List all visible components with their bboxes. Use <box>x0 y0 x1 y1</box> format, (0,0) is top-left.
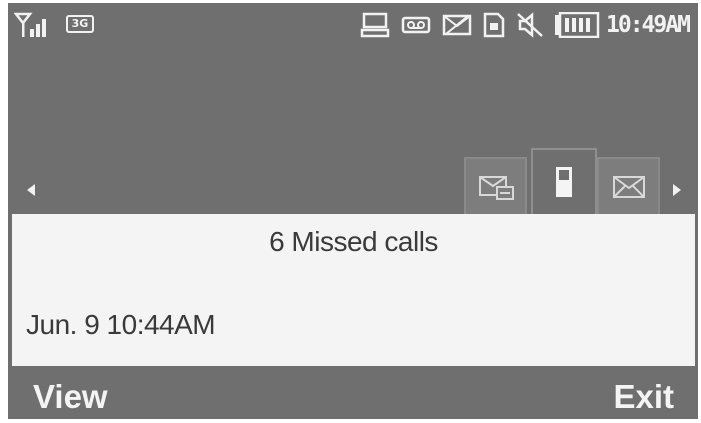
missed-call-timestamp: Jun. 9 10:44AM <box>26 309 216 340</box>
arrow-left-icon[interactable] <box>27 184 35 196</box>
exit-softkey[interactable]: Exit <box>613 378 674 416</box>
phone-screen: 3G 10:49AM 6 Missed calls Jun. 9 10:44AM… <box>8 3 698 419</box>
status-clock: 10:49AM <box>606 12 691 38</box>
missed-calls-panel[interactable]: 6 Missed calls Jun. 9 10:44AM <box>12 214 695 366</box>
missed-calls-tab[interactable] <box>464 157 527 214</box>
mute-icon <box>517 12 543 38</box>
computer-icon <box>360 12 390 38</box>
signal-icon <box>14 12 46 37</box>
calls-tab[interactable] <box>531 148 597 214</box>
message-blocked-icon <box>442 14 472 36</box>
notification-tabs <box>8 148 698 214</box>
network-3g-badge: 3G <box>66 15 94 33</box>
sim-icon <box>483 12 505 38</box>
voicemail-icon <box>401 16 431 34</box>
missed-call-icon <box>478 175 514 200</box>
view-softkey[interactable]: View <box>33 378 108 416</box>
battery-icon <box>555 12 600 38</box>
missed-calls-title: 6 Missed calls <box>269 226 438 257</box>
messages-tab[interactable] <box>597 157 660 214</box>
envelope-icon <box>612 175 645 198</box>
phone-icon <box>556 167 572 197</box>
status-bar: 3G 10:49AM <box>8 3 698 47</box>
arrow-right-icon[interactable] <box>673 184 681 196</box>
